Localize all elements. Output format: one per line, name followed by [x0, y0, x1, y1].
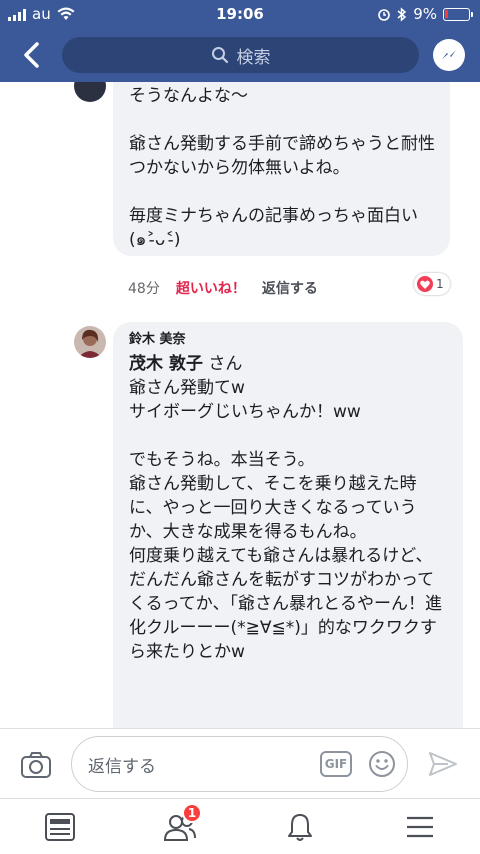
tab-notifications[interactable] — [280, 807, 320, 847]
chevron-left-icon — [24, 42, 39, 68]
comment-bubble: 鈴木 美奈 茂木 敦子 さん 爺さん発動てw サイボーグじいちゃんか！ww でも… — [113, 322, 463, 728]
bell-icon — [288, 814, 312, 841]
search-icon — [211, 47, 228, 64]
comments-thread: そうなんよな〜 爺さん発動する手前で諦めちゃうと耐性つかないから勿体無いよね。 … — [0, 82, 480, 728]
comment-paragraph: でもそうね。本当そう。 爺さん発動して、そこを乗り越えた時に、やっと一回り大きく… — [129, 450, 442, 662]
alarm-icon — [378, 9, 391, 21]
like-button[interactable]: 超いいね！ — [176, 278, 246, 298]
send-button[interactable] — [428, 750, 458, 778]
status-right: 9% — [377, 5, 473, 23]
tab-friend-requests[interactable]: 1 — [160, 803, 202, 847]
comment-bubble: そうなんよな〜 爺さん発動する手前で諦めちゃうと耐性つかないから勿体無いよね。 … — [113, 82, 450, 256]
battery-percent: 9% — [413, 5, 437, 23]
heart-icon — [417, 276, 433, 292]
reply-input[interactable]: 返信する — [71, 736, 408, 792]
reply-placeholder: 返信する — [88, 756, 156, 777]
comment-author[interactable]: 鈴木 美奈 — [129, 330, 449, 350]
search-placeholder: 検索 — [236, 47, 271, 68]
messenger-icon — [442, 50, 456, 59]
comment-paragraph: そうなんよな〜 — [129, 86, 248, 106]
tab-menu[interactable] — [400, 807, 440, 847]
mention-suffix: さん — [202, 354, 243, 374]
emoji-button[interactable] — [368, 750, 396, 778]
mention-link[interactable]: 茂木 敦子 — [129, 354, 203, 374]
top-nav-bar: 検索 — [0, 28, 480, 82]
emoji-icon — [369, 751, 395, 777]
avatar[interactable] — [74, 82, 106, 102]
comment-timestamp: 48分 — [128, 281, 160, 297]
hamburger-menu-icon — [407, 816, 433, 838]
bottom-tab-bar: 1 — [0, 798, 480, 854]
camera-icon — [21, 752, 51, 778]
search-bar[interactable]: 検索 — [62, 37, 419, 73]
notification-badge: 1 — [182, 803, 202, 823]
avatar[interactable] — [74, 326, 106, 358]
status-bar: au 19:06 9% — [0, 0, 480, 28]
camera-button[interactable] — [20, 751, 52, 779]
comment-paragraph: 爺さん発動する手前で諦めちゃうと耐性つかないから勿体無いよね。 — [129, 134, 435, 178]
news-feed-icon — [45, 813, 75, 841]
messenger-button[interactable] — [433, 39, 465, 71]
mention-line: 茂木 敦子 さん — [129, 352, 449, 376]
reaction-count-badge[interactable]: 1 — [414, 273, 450, 295]
comment-paragraph: 爺さん発動てw サイボーグじいちゃんか！ww — [129, 378, 361, 422]
reply-button[interactable]: 返信する — [262, 278, 318, 298]
bluetooth-icon — [397, 6, 407, 22]
comment-paragraph: 毎度ミナちゃんの記事めっちゃ面白い(๑˃̵ᴗ˂̵) — [129, 206, 418, 250]
back-button[interactable] — [18, 40, 46, 70]
gif-button[interactable]: GIF — [320, 751, 352, 777]
tab-news-feed[interactable] — [40, 807, 80, 847]
reply-composer: 返信する GIF — [0, 728, 480, 798]
reaction-count: 1 — [436, 277, 444, 291]
comment-actions: 48分 超いいね！ 返信する — [128, 278, 318, 298]
send-icon — [429, 752, 457, 776]
battery-icon — [443, 7, 473, 21]
